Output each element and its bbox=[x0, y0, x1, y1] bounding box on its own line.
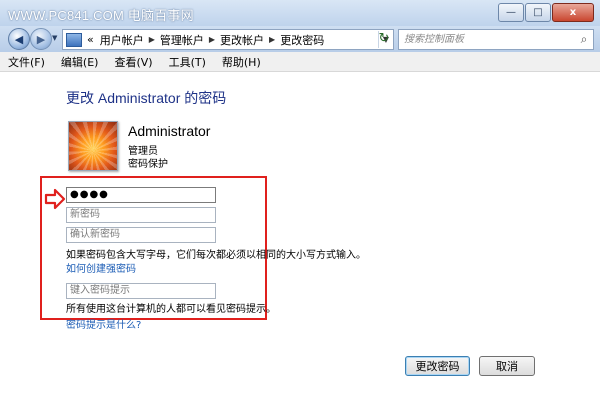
breadcrumb-chevron-icon[interactable]: ▶ bbox=[147, 35, 157, 44]
control-panel-icon bbox=[66, 32, 82, 47]
cancel-button[interactable]: 取消 bbox=[479, 356, 535, 376]
search-input[interactable] bbox=[399, 33, 576, 46]
password-hint-help-link[interactable]: 密码提示是什么? bbox=[66, 316, 141, 331]
menu-file[interactable]: 文件(F) bbox=[8, 54, 45, 70]
user-name: Administrator bbox=[128, 123, 211, 139]
forward-arrow-icon: ▶ bbox=[36, 32, 46, 46]
back-button[interactable]: ◀ bbox=[8, 28, 30, 50]
hint-visibility-note: 所有使用这台计算机的人都可以看见密码提示。 bbox=[66, 304, 276, 315]
close-button[interactable]: x bbox=[552, 3, 594, 22]
breadcrumb-manage-accounts[interactable]: 管理帐户 bbox=[157, 32, 207, 48]
user-avatar bbox=[68, 121, 118, 171]
control-panel-window: WWW.PC841.COM 电脑百事网 — □ x ◀ ▶ ▼ « 用户帐户 ▶… bbox=[0, 0, 600, 420]
menu-help[interactable]: 帮助(H) bbox=[222, 54, 261, 70]
search-icon[interactable]: ⌕ bbox=[576, 32, 592, 47]
refresh-icon[interactable]: ↻ bbox=[375, 30, 393, 47]
breadcrumb-chevron-icon[interactable]: ▶ bbox=[267, 35, 277, 44]
search-box[interactable]: ⌕ bbox=[398, 29, 594, 50]
breadcrumb-overflow[interactable]: « bbox=[84, 33, 97, 46]
address-bar[interactable]: « 用户帐户 ▶ 管理帐户 ▶ 更改帐户 ▶ 更改密码 ▼ bbox=[62, 29, 394, 50]
strong-password-link[interactable]: 如何创建强密码 bbox=[66, 260, 136, 275]
new-password-field[interactable]: 新密码 bbox=[66, 207, 216, 223]
minimize-button[interactable]: — bbox=[498, 3, 524, 22]
current-password-field[interactable]: ●●●● bbox=[66, 187, 216, 203]
breadcrumb-user-accounts[interactable]: 用户帐户 bbox=[97, 32, 147, 48]
watermark-text: WWW.PC841.COM 电脑百事网 bbox=[8, 8, 194, 23]
menu-bar: 文件(F) 编辑(E) 查看(V) 工具(T) 帮助(H) bbox=[0, 52, 600, 72]
menu-view[interactable]: 查看(V) bbox=[114, 54, 152, 70]
title-bar: WWW.PC841.COM 电脑百事网 — □ x bbox=[0, 0, 600, 26]
case-sensitivity-note: 如果密码包含大写字母，它们每次都必须以相同的大小写方式输入。 bbox=[66, 250, 366, 261]
breadcrumb-change-account[interactable]: 更改帐户 bbox=[217, 32, 267, 48]
password-hint-field[interactable]: 键入密码提示 bbox=[66, 283, 216, 299]
navigation-bar: ◀ ▶ ▼ « 用户帐户 ▶ 管理帐户 ▶ 更改帐户 ▶ 更改密码 ▼ ↻ ⌕ bbox=[0, 26, 600, 52]
recent-pages-dropdown-icon[interactable]: ▼ bbox=[52, 34, 57, 42]
menu-tools[interactable]: 工具(T) bbox=[169, 54, 206, 70]
breadcrumb-chevron-icon[interactable]: ▶ bbox=[207, 35, 217, 44]
user-protection-status: 密码保护 bbox=[128, 159, 168, 170]
menu-edit[interactable]: 编辑(E) bbox=[61, 54, 99, 70]
breadcrumb-change-password[interactable]: 更改密码 bbox=[277, 32, 327, 48]
window-controls: — □ x bbox=[498, 3, 594, 22]
confirm-password-field[interactable]: 确认新密码 bbox=[66, 227, 216, 243]
maximize-button[interactable]: □ bbox=[525, 3, 551, 22]
back-arrow-icon: ◀ bbox=[14, 32, 24, 46]
page-title: 更改 Administrator 的密码 bbox=[66, 90, 227, 106]
pointer-arrow-icon bbox=[44, 188, 66, 210]
change-password-button[interactable]: 更改密码 bbox=[405, 356, 470, 376]
main-content: 更改 Administrator 的密码 Administrator 管理员 密… bbox=[0, 73, 600, 420]
forward-button[interactable]: ▶ bbox=[30, 28, 52, 50]
